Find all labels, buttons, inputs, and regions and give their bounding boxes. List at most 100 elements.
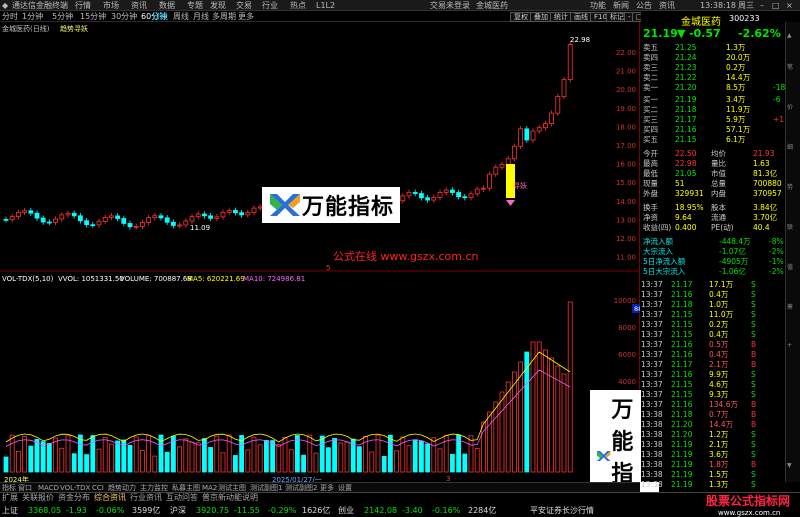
candle-body xyxy=(512,145,517,160)
menu-3[interactable]: 数据 xyxy=(159,0,175,11)
maximize-icon[interactable]: □ xyxy=(772,0,780,11)
candle-body xyxy=(530,130,536,141)
candle-body xyxy=(189,216,195,222)
restore-rights-button[interactable]: 复权 xyxy=(510,12,532,22)
volume-bar xyxy=(109,443,114,473)
menu-6[interactable]: 交易 xyxy=(236,0,252,11)
period-3[interactable]: 15分钟 xyxy=(80,11,106,22)
period-9[interactable]: 多周期 xyxy=(212,11,236,22)
volume-bar xyxy=(226,434,232,473)
candle-body xyxy=(493,166,499,175)
stat-value: 0.400 xyxy=(675,223,697,232)
volume-bar xyxy=(53,437,58,473)
stat-label: 今开 xyxy=(643,149,658,158)
candle-body xyxy=(115,215,120,219)
tick-direction: S xyxy=(751,290,756,299)
stat-value: 22.50 xyxy=(675,149,697,158)
volume-tick-label: 8000 xyxy=(618,324,636,332)
period-6[interactable]: 日线 xyxy=(152,11,168,22)
volume-bar xyxy=(313,452,319,473)
draw-button[interactable]: 画线 xyxy=(570,12,592,22)
candle-body xyxy=(549,112,554,124)
period-1[interactable]: 1分钟 xyxy=(22,11,43,22)
candle-body xyxy=(201,213,207,217)
menu-1[interactable]: 市场 xyxy=(103,0,119,11)
ask-row: 卖三 21.23 0.2万 xyxy=(641,63,786,72)
menu-4[interactable]: 专题 xyxy=(187,0,203,11)
tick-time: 13:37 xyxy=(641,340,663,349)
bottom-tab[interactable]: 互动问答 xyxy=(166,493,198,503)
menu-2[interactable]: 资讯 xyxy=(131,0,147,11)
candle-body xyxy=(127,223,133,228)
top-func-0[interactable]: 功能 xyxy=(590,0,606,11)
top-func-3[interactable]: 资讯 xyxy=(659,0,675,11)
kline-svg: 22.00 21.00 20.00 19.00 18.00 17.00 16.00 15.00… xyxy=(0,41,640,473)
bottom-tab[interactable]: 关联报价 xyxy=(22,493,54,503)
side-function-strip[interactable]: ▲ 笔 价 细 势 联 值 筹 + ▼ xyxy=(785,22,800,482)
kline-chart-area[interactable]: 金城医药(日线) 趋势寻妖 22.00 21.00 20.00 19.00 18.00 1… xyxy=(0,22,660,517)
period-8[interactable]: 月线 xyxy=(193,11,209,22)
tick-price: 21.16 xyxy=(671,350,693,359)
tick-price: 21.19 xyxy=(671,470,693,479)
ask-row: 卖四 21.24 20.0万 xyxy=(641,53,786,62)
menu-5[interactable]: 发现 xyxy=(210,0,226,11)
close-icon[interactable]: × xyxy=(786,0,793,11)
period-10[interactable]: 更多 xyxy=(238,11,254,22)
candle-body xyxy=(245,212,251,216)
volume-bar xyxy=(449,453,455,473)
status-bar: 扩展 关联报价 资金分布 综合资讯 行业资讯 互动问答 普京新动能说明 上证 3… xyxy=(0,492,800,517)
tick-row: 13:37 21.17 17.1万 S xyxy=(641,280,786,289)
price-tick-label: 20.00 xyxy=(616,86,636,94)
tick-direction: B xyxy=(751,400,757,409)
title-bar: ◆ 通达信金融终端 行情 市场 资讯 数据 专题 发现 交易 行业 热点 L1L… xyxy=(0,0,800,11)
flow-label: 5日大宗流入 xyxy=(643,267,686,276)
candle-body xyxy=(220,211,226,218)
stats-button[interactable]: 统计 xyxy=(550,12,572,22)
index-change: -11.55 xyxy=(234,506,260,515)
menu-7[interactable]: 行业 xyxy=(262,0,278,11)
bottom-tab[interactable]: 行业资讯 xyxy=(130,493,162,503)
bottom-tab[interactable]: 综合资讯 xyxy=(94,493,126,503)
volume-bar xyxy=(177,446,183,473)
flow-value: -1.07亿 xyxy=(719,247,746,256)
tick-price: 21.18 xyxy=(671,300,693,309)
period-2[interactable]: 5分钟 xyxy=(52,11,73,22)
volume-bar xyxy=(425,443,431,473)
overlay-button[interactable]: 叠加 xyxy=(530,12,552,22)
candle-body xyxy=(239,212,245,216)
flow-row: 5日大宗流入 -1.06亿 -2% xyxy=(641,267,786,276)
bottom-tab[interactable]: 普京新动能说明 xyxy=(202,493,258,503)
tick-list[interactable]: 13:37 21.17 17.1万 S 13:37 21.16 0.4万 S 13:37 21.1… xyxy=(641,280,800,489)
candle-body xyxy=(9,216,15,221)
stat-value: 700880 xyxy=(753,179,782,188)
candle-body xyxy=(84,220,89,226)
bottom-tab[interactable]: 资金分布 xyxy=(58,493,90,503)
menu-8[interactable]: 热点 xyxy=(290,0,306,11)
vol-indicator-name: VOL-TDX(5,10) xyxy=(2,275,54,283)
tick-direction: S xyxy=(751,310,756,319)
volume-value: VOLUME: 700887.68 xyxy=(120,275,192,283)
candle-body xyxy=(406,191,412,197)
minimize-icon[interactable]: – xyxy=(760,0,764,11)
trade-login-warn[interactable]: 交易未登录 xyxy=(430,0,470,11)
ask-label: 卖二 xyxy=(643,73,658,82)
menu-0[interactable]: 行情 xyxy=(75,0,91,11)
bottom-tab[interactable]: 扩展 xyxy=(2,493,18,503)
candle-body xyxy=(518,128,523,147)
quote-stock-name: 金城医药 xyxy=(681,17,721,28)
period-7[interactable]: 周线 xyxy=(173,11,189,22)
tick-direction: S xyxy=(751,370,756,379)
quote-change-pct: -2.62% xyxy=(738,27,781,40)
menu-9[interactable]: L1L2 xyxy=(316,0,335,11)
period-0[interactable]: 分时 xyxy=(2,11,18,22)
candle-body xyxy=(474,188,480,195)
period-4[interactable]: 30分钟 xyxy=(111,11,137,22)
tick-direction: B xyxy=(751,350,757,359)
index-pct: -0.16% xyxy=(432,506,461,515)
top-func-2[interactable]: 公告 xyxy=(636,0,652,11)
top-func-1[interactable]: 新闻 xyxy=(613,0,629,11)
tick-volume: 4.6万 xyxy=(709,380,729,389)
stat-label: 最低 xyxy=(643,169,658,178)
app-logo-icon: ◆ xyxy=(2,1,9,10)
stat-label: 股本 xyxy=(711,203,726,212)
